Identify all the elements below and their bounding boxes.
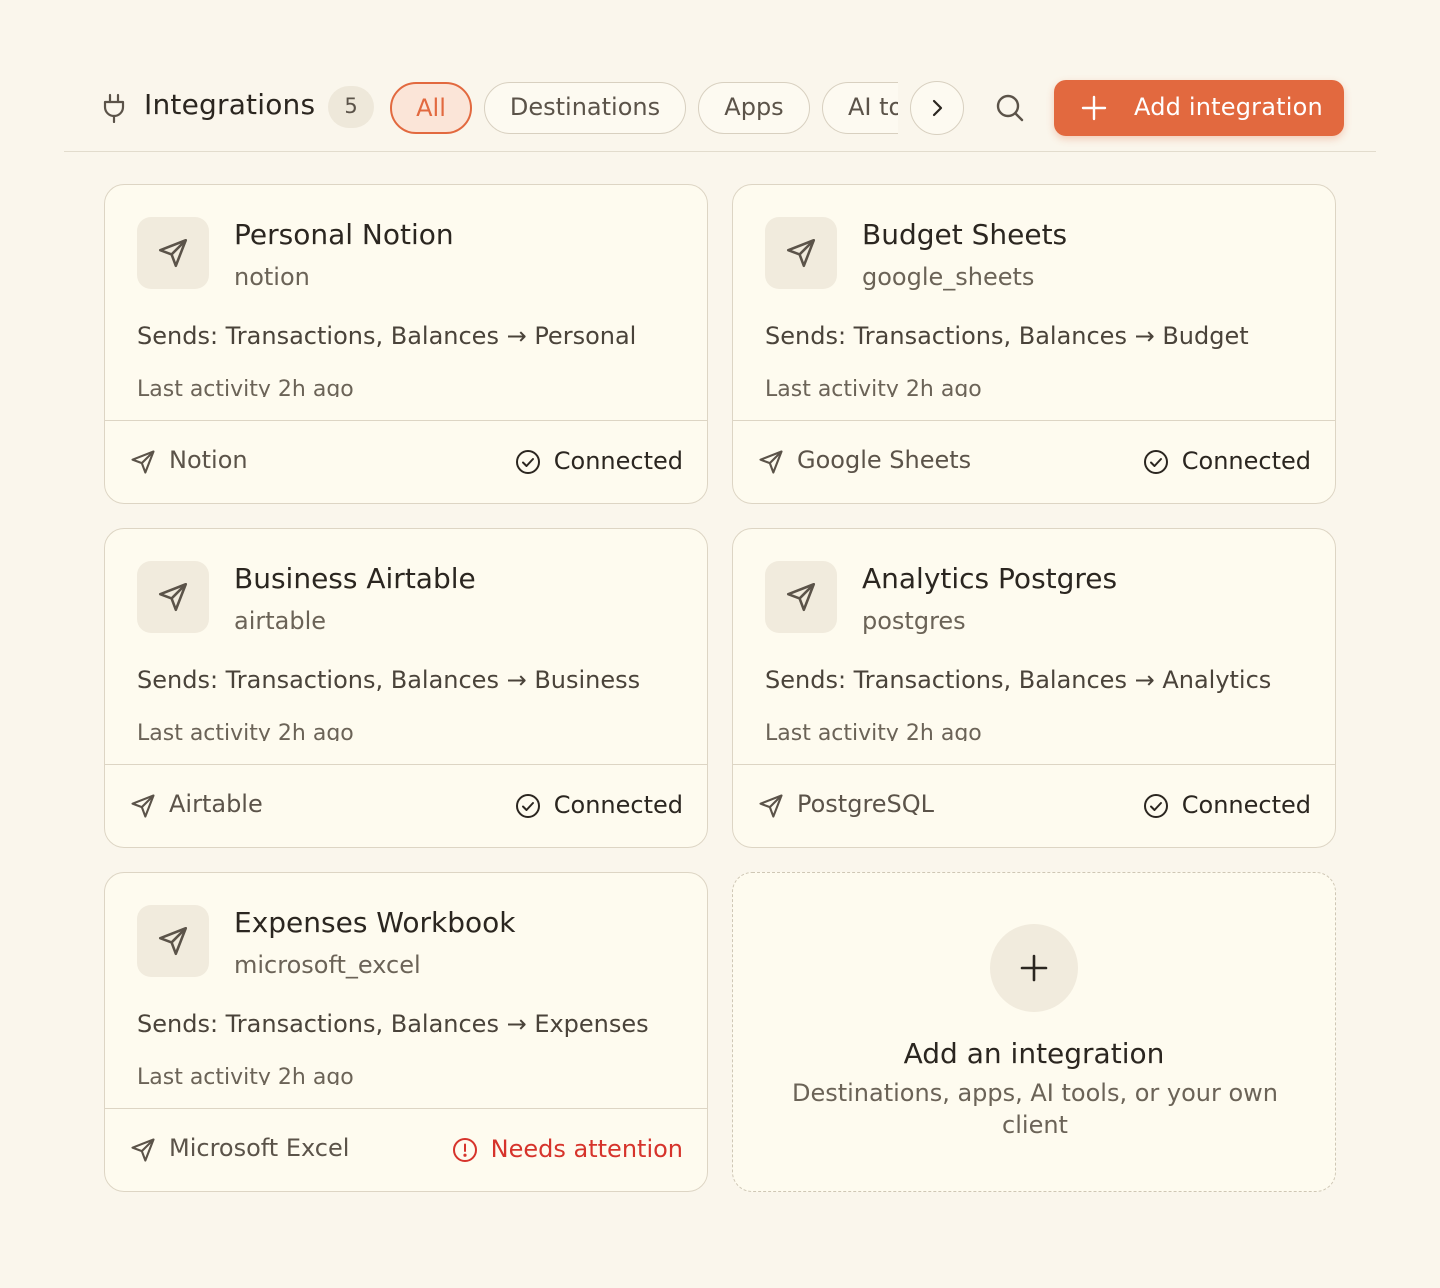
integration-sends: Sends: Transactions, Balances → Budget S… [765,322,1249,350]
integration-card-footer: PostgreSQL Connected [733,764,1335,847]
chevron-right-icon [932,99,943,117]
integration-card-footer: Google Sheets Connected [733,420,1335,503]
send-icon [765,217,837,289]
add-card-description: Destinations, apps, AI tools, or your ow… [791,1079,1279,1139]
tab-apps[interactable]: Apps [698,82,810,134]
integrations-header: Integrations 5 All Destinations Apps AI … [64,56,1376,152]
integration-type: google_sheets [862,263,1035,291]
integration-card[interactable]: Expenses Workbook microsoft_excel Sends:… [104,872,708,1192]
send-icon [137,217,209,289]
tab-ai-tools[interactable]: AI tools [822,82,898,134]
integration-name: Expenses Workbook [234,906,516,939]
integration-activity: Last activity 2h ago [765,721,982,741]
tab-all[interactable]: All [390,82,472,134]
integration-card-footer: Notion Connected [105,420,707,503]
tabs-scroll-next-button[interactable] [910,81,964,135]
status-label: Needs attention [490,1135,683,1163]
integration-activity: Last activity 2h ago [137,1065,354,1085]
integration-card[interactable]: Analytics Postgres postgres Sends: Trans… [732,528,1336,848]
integration-sends: Sends: Transactions, Balances → Business… [137,666,641,694]
integration-count-badge: 5 [328,86,374,128]
status-badge: Connected [1142,790,1311,820]
integration-name: Personal Notion [234,218,454,251]
search-icon[interactable] [994,92,1026,124]
add-integration-label: Add integration [1134,93,1323,121]
integration-card[interactable]: Business Airtable airtable Sends: Transa… [104,528,708,848]
integration-provider: Notion [169,446,248,474]
integration-provider: Microsoft Excel [169,1134,350,1162]
status-label: Connected [553,447,683,475]
status-label: Connected [1181,791,1311,819]
integration-card-footer: Microsoft Excel Needs attention [105,1108,707,1191]
integration-card[interactable]: Budget Sheets google_sheets Sends: Trans… [732,184,1336,504]
integration-provider: Google Sheets [797,446,972,474]
plus-icon [1081,95,1107,121]
check-circle-icon [515,794,540,818]
integration-card[interactable]: Personal Notion notion Sends: Transactio… [104,184,708,504]
tab-destinations[interactable]: Destinations [484,82,686,134]
integration-sends: Sends: Transactions, Balances → Personal… [137,322,637,350]
send-icon [757,792,785,820]
alert-circle-icon [452,1138,477,1162]
integration-activity: Last activity 2h ago [765,377,982,397]
add-integration-button[interactable]: Add integration [1054,80,1344,136]
status-badge: Needs attention [451,1134,683,1164]
status-label: Connected [1181,447,1311,475]
integration-activity: Last activity 2h ago [137,721,354,741]
integration-name: Business Airtable [234,562,476,595]
integration-name: Budget Sheets [862,218,1068,251]
status-label: Connected [553,791,683,819]
send-icon [129,448,157,476]
integration-card-footer: Airtable Connected [105,764,707,847]
check-circle-icon [1143,794,1168,818]
send-icon [137,561,209,633]
plug-icon [102,93,126,124]
send-icon [757,448,785,476]
send-icon [765,561,837,633]
integration-name: Analytics Postgres [862,562,1118,595]
add-card-title: Add an integration [903,1037,1165,1070]
send-icon [137,905,209,977]
check-circle-icon [1143,450,1168,474]
status-badge: Connected [1142,446,1311,476]
integration-type: postgres [862,607,966,635]
status-badge: Connected [514,446,683,476]
page-title: Integrations [144,88,316,121]
integration-type: microsoft_excel [234,951,421,979]
status-badge: Connected [514,790,683,820]
add-integration-card[interactable]: Add an integration Destinations, apps, A… [732,872,1336,1192]
integration-activity: Last activity 2h ago [137,377,354,397]
check-circle-icon [515,450,540,474]
integration-sends: Sends: Transactions, Balances → Analytic… [765,666,1272,694]
integration-sends: Sends: Transactions, Balances → Expenses… [137,1010,649,1038]
integration-type: notion [234,263,310,291]
integration-provider: Airtable [169,790,263,818]
integration-provider: PostgreSQL [797,790,935,818]
send-icon [129,792,157,820]
integration-type: airtable [234,607,327,635]
send-icon [129,1136,157,1164]
plus-icon [990,924,1078,1012]
